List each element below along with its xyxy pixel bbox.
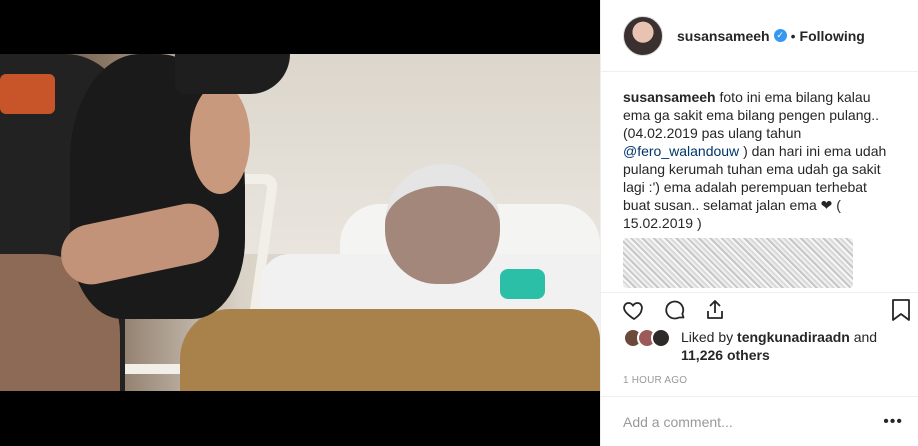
post-photo[interactable] [0, 54, 600, 391]
save-button[interactable] [888, 297, 914, 323]
more-options-icon[interactable]: ••• [883, 413, 903, 431]
post-header: susansameeh ✓ • Following [601, 0, 918, 72]
likes-conj: and [853, 329, 878, 345]
likes-others[interactable]: 11,226 others [681, 347, 770, 363]
photo-blanket [180, 309, 600, 391]
following-button[interactable]: Following [800, 28, 865, 44]
photo-logo [0, 74, 55, 114]
post-timestamp[interactable]: 1 HOUR AGO [623, 375, 687, 386]
comment-icon [665, 300, 685, 320]
likes-prefix: Liked by [681, 329, 734, 345]
verified-badge-icon: ✓ [773, 29, 787, 42]
post-caption: susansameeh foto ini ema bilang kalau em… [601, 72, 918, 292]
post-side-panel: susansameeh ✓ • Following susansameeh fo… [600, 0, 918, 446]
comment-button[interactable] [662, 297, 688, 323]
separator-dot: • [790, 27, 796, 44]
likes-row: Liked by tengkunadiraadn and 11,226 othe… [623, 328, 877, 364]
share-icon [707, 300, 723, 319]
share-button[interactable] [702, 297, 728, 323]
photo-face [190, 84, 250, 194]
liker-avatars[interactable] [623, 328, 675, 348]
photo-device [500, 269, 545, 299]
heart-icon [623, 302, 643, 321]
bookmark-icon [892, 299, 910, 321]
post-username[interactable]: susansameeh [677, 28, 770, 44]
comment-input[interactable] [623, 413, 884, 430]
caption-username[interactable]: susansameeh [623, 89, 716, 105]
comment-bar: ••• [601, 396, 918, 446]
liker-avatar [651, 328, 671, 348]
like-button[interactable] [621, 297, 647, 323]
post-media [0, 0, 600, 446]
likes-text: Liked by tengkunadiraadn and 11,226 othe… [681, 328, 877, 364]
blurred-content [623, 238, 853, 288]
photo-patient [385, 164, 500, 284]
liker-username[interactable]: tengkunadiraadn [737, 329, 850, 345]
caption-mention[interactable]: @fero_walandouw [623, 143, 739, 159]
avatar[interactable] [623, 15, 663, 56]
action-bar [601, 292, 918, 326]
